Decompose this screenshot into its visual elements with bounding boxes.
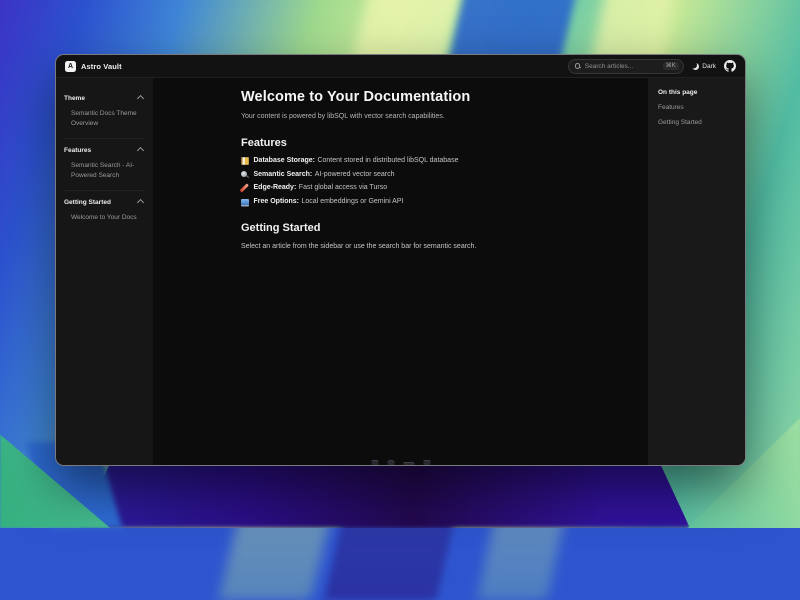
feature-item-semantic-search: Semantic Search: AI-powered vector searc… [241,171,598,179]
page-title: Welcome to Your Documentation [241,89,598,105]
app-header: A Astro Vault Search articles... ⌘K Dark [56,55,745,78]
chevron-up-icon [137,95,144,102]
toc-link-features[interactable]: Features [658,104,735,111]
sidebar-section-theme: Theme Semantic Docs Theme Overview [64,91,145,138]
feature-desc: Content stored in distributed libSQL dat… [317,157,458,165]
dock-icon [423,460,430,465]
dock-icon [387,460,394,465]
sidebar-section-features: Features Semantic Search - AI-Powered Se… [64,138,145,190]
feature-label: Edge-Ready: [254,184,297,192]
main-content: Welcome to Your Documentation Your conte… [153,78,648,465]
toc-link-getting-started[interactable]: Getting Started [658,119,735,126]
toc-heading: On this page [658,89,735,96]
feature-desc: Fast global access via Turso [299,184,387,192]
feature-label: Database Storage: [254,157,315,165]
theme-toggle-button[interactable]: Dark [692,63,716,70]
getting-started-text: Select an article from the sidebar or us… [241,243,598,250]
feature-item-database-storage: Database Storage: Content stored in dist… [241,157,598,165]
dock-icon [371,460,378,465]
sidebar-section-getting-started: Getting Started Welcome to Your Docs [64,190,145,232]
github-icon [724,60,736,72]
ledger-icon [241,157,249,165]
app-title: Astro Vault [81,62,122,71]
features-heading: Features [241,137,598,149]
feature-item-edge-ready: Edge-Ready: Fast global access via Turso [241,184,598,192]
sidebar-section-label: Getting Started [64,199,111,206]
laptop-icon [241,199,249,206]
feature-desc: AI-powered vector search [315,171,395,179]
magnifier-icon [241,171,249,179]
app-body: Theme Semantic Docs Theme Overview Featu… [56,78,745,465]
sun-moon-icon [692,63,699,70]
sidebar-item-semantic-docs-theme-overview[interactable]: Semantic Docs Theme Overview [64,109,145,129]
search-placeholder: Search articles... [585,63,659,70]
sidebar-section-label: Theme [64,95,85,102]
search-shortcut-badge: ⌘K [663,62,679,71]
dock-icon [403,462,414,465]
features-list: Database Storage: Content stored in dist… [241,157,598,205]
sidebar-section-label: Features [64,147,91,154]
search-icon [575,63,581,69]
sidebar-section-getting-started-header[interactable]: Getting Started [64,199,145,206]
feature-label: Semantic Search: [254,171,313,179]
search-input[interactable]: Search articles... ⌘K [568,59,684,74]
on-this-page-panel: On this page Features Getting Started [648,78,745,465]
github-link[interactable] [724,60,736,72]
sidebar-section-theme-header[interactable]: Theme [64,95,145,102]
page-subtitle: Your content is powered by libSQL with v… [241,113,598,120]
feature-label: Free Options: [254,198,300,206]
dock-hint [371,460,430,465]
chevron-up-icon [137,147,144,154]
rocket-icon [241,184,249,192]
sidebar-section-features-header[interactable]: Features [64,147,145,154]
brand[interactable]: A Astro Vault [65,61,122,72]
theme-toggle-label: Dark [702,63,716,70]
feature-desc: Local embeddings or Gemini API [302,198,404,206]
sidebar-item-welcome-to-your-docs[interactable]: Welcome to Your Docs [64,213,145,223]
app-window: A Astro Vault Search articles... ⌘K Dark… [55,54,746,466]
left-sidebar: Theme Semantic Docs Theme Overview Featu… [56,78,153,465]
feature-item-free-options: Free Options: Local embeddings or Gemini… [241,198,598,206]
chevron-up-icon [137,199,144,206]
getting-started-heading: Getting Started [241,222,598,234]
sidebar-item-semantic-search[interactable]: Semantic Search - AI-Powered Search [64,161,145,181]
app-logo: A [65,61,76,72]
